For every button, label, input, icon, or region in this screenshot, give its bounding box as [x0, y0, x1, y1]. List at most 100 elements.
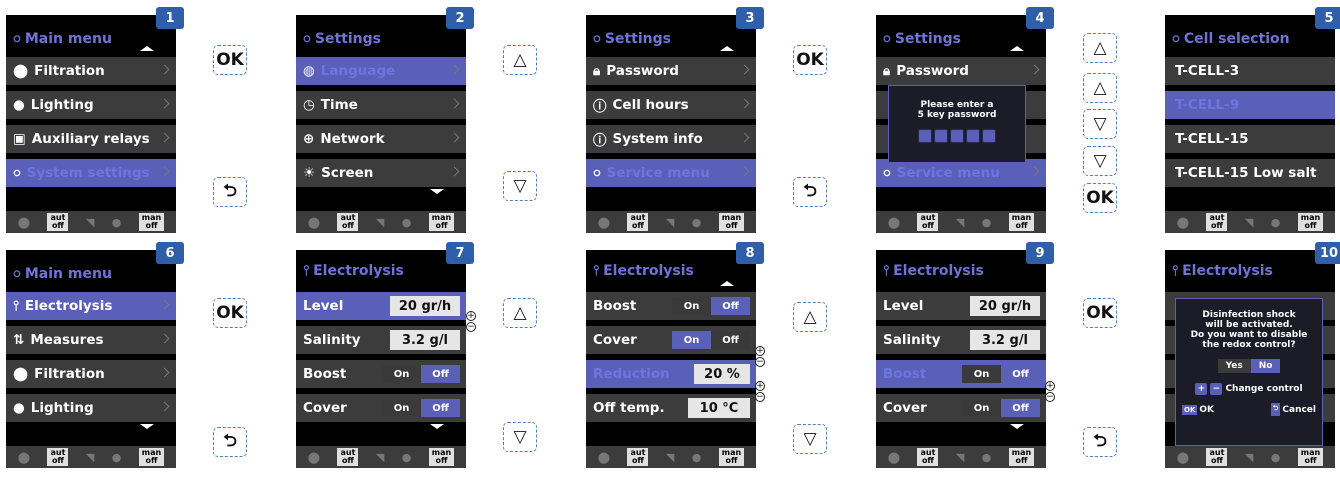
screen-title: ဝ Settings: [883, 28, 961, 49]
menu-item-system-settings[interactable]: ဝ System settings: [6, 159, 176, 187]
dialog-cancel-button[interactable]: ⮌ Cancel: [1270, 403, 1316, 416]
ok-key[interactable]: OK: [213, 45, 247, 75]
cover-toggle[interactable]: On Off: [382, 399, 460, 417]
status-footer: ⬤ aut off ◥ ● man off: [6, 211, 176, 233]
boost-toggle[interactable]: On Off: [672, 297, 750, 315]
cell-option[interactable]: T-CELL-15: [1165, 125, 1335, 153]
ok-key-icon: OK: [1182, 404, 1198, 415]
menu-logo-icon: ဝ: [13, 30, 21, 46]
electrolysis-cover-row[interactable]: Cover On Off: [296, 394, 466, 422]
salinity-value: 3.2 g/l: [390, 330, 460, 350]
wifi-icon: ◥: [1244, 215, 1254, 229]
down-key[interactable]: ▽: [793, 424, 827, 454]
settings-item-screen[interactable]: ☀ Screen: [296, 159, 466, 187]
chevron-right-icon: [159, 367, 170, 378]
up-key[interactable]: △: [1083, 73, 1117, 103]
electrolysis-boost-row[interactable]: Boost On Off: [876, 360, 1046, 388]
plus-icon: +: [755, 346, 765, 356]
reduction-value[interactable]: 20 %: [694, 364, 750, 384]
back-key[interactable]: ⮌: [213, 177, 247, 207]
settings-item-system-info[interactable]: ⓘ System info: [586, 125, 756, 153]
settings-item-language[interactable]: ◍ Language: [296, 57, 466, 85]
settings-item-time[interactable]: ◷ Time: [296, 91, 466, 119]
menu-item-filtration[interactable]: ⬤ Filtration: [6, 360, 176, 388]
password-digit-boxes[interactable]: [889, 128, 1025, 147]
plus-key-icon: +: [1195, 383, 1208, 395]
down-key[interactable]: ▽: [1083, 109, 1117, 139]
electrolysis-salinity-row[interactable]: Salinity 3.2 g/l: [876, 326, 1046, 354]
screen-title: ⫯ Electrolysis: [593, 263, 694, 279]
menu-item-electrolysis[interactable]: ⫯ Electrolysis: [6, 292, 176, 320]
scroll-up-icon: [720, 281, 734, 286]
electrolysis-boost-row[interactable]: Boost On Off: [296, 360, 466, 388]
electrolysis-reduction-row[interactable]: Reduction 20 %: [586, 360, 756, 388]
cover-toggle[interactable]: On Off: [962, 399, 1040, 417]
ok-key[interactable]: OK: [793, 45, 827, 75]
menu-item-lighting[interactable]: ● Lighting: [6, 394, 176, 422]
menu-item-measures[interactable]: ⇅ Measures: [6, 326, 176, 354]
electrolysis-icon: ⫯: [1172, 263, 1179, 279]
level-value[interactable]: 20 gr/h: [390, 296, 460, 316]
settings-item-password[interactable]: 🔒︎ Password: [876, 57, 1046, 85]
ok-key[interactable]: OK: [1083, 298, 1117, 328]
status-footer: ⬤ aut off ◥ ● man off: [586, 211, 756, 233]
cell-option-selected[interactable]: T-CELL-9: [1165, 91, 1335, 119]
yes-option[interactable]: Yes: [1217, 359, 1251, 373]
electrolysis-level-row[interactable]: Level 20 gr/h: [296, 292, 466, 320]
password-digit[interactable]: [918, 129, 932, 143]
settings-item-service-menu[interactable]: ဝ Service menu: [876, 159, 1046, 187]
menu-item-auxiliary-relays[interactable]: ▣ Auxiliary relays: [6, 125, 176, 153]
password-digit[interactable]: [934, 129, 948, 143]
screen-header: ဝ Main menu 1: [6, 7, 184, 55]
up-key[interactable]: △: [503, 298, 537, 328]
electrolysis-salinity-row[interactable]: Salinity 3.2 g/l: [296, 326, 466, 354]
back-key[interactable]: ⮌: [793, 177, 827, 207]
status-footer: ⬤ aut off ◥ ● man off: [6, 446, 176, 468]
up-key[interactable]: △: [503, 45, 537, 75]
boost-toggle[interactable]: On Off: [382, 365, 460, 383]
pump-icon: ⬤: [13, 63, 29, 79]
screen-header: ဝ Settings 3: [586, 7, 764, 55]
settings-item-service-menu[interactable]: ဝ Service menu: [586, 159, 756, 187]
relay-icon: ▣: [13, 131, 26, 147]
dialog-ok-button[interactable]: OK OK: [1182, 403, 1214, 416]
screen-10-electrolysis-shock: ⫯ Electrolysis 10 Disinfection shock will…: [1165, 242, 1340, 468]
settings-item-network[interactable]: ⊕ Network: [296, 125, 466, 153]
settings-item-cell-hours[interactable]: ⓘ Cell hours: [586, 91, 756, 119]
password-digit[interactable]: [950, 129, 964, 143]
cell-option[interactable]: T-CELL-15 Low salt: [1165, 159, 1335, 187]
down-key[interactable]: ▽: [503, 171, 537, 201]
back-key[interactable]: ⮌: [213, 427, 247, 457]
screen-4-password: ဝ Settings 4 🔒︎ Password ဝ Service menu Ple…: [876, 7, 1054, 233]
down-key[interactable]: ▽: [1083, 146, 1117, 176]
yes-no-selector[interactable]: Yes No: [1176, 359, 1322, 373]
no-option[interactable]: No: [1250, 359, 1281, 373]
up-key[interactable]: △: [1083, 33, 1117, 63]
ok-key[interactable]: OK: [213, 298, 247, 328]
password-digit[interactable]: [966, 129, 980, 143]
electrolysis-boost-row[interactable]: Boost On Off: [586, 292, 756, 320]
pump-icon: ⬤: [887, 450, 901, 464]
up-key[interactable]: △: [793, 302, 827, 332]
screen-title: ဝ Cell selection: [1172, 28, 1290, 49]
down-key[interactable]: ▽: [503, 422, 537, 452]
plus-icon: +: [1045, 381, 1055, 391]
back-key[interactable]: ⮌: [1083, 427, 1117, 457]
clock-icon: ◷: [303, 97, 315, 113]
screen-title: ဝ Main menu: [13, 28, 112, 49]
menu-item-filtration[interactable]: ⬤ Filtration: [6, 57, 176, 85]
cover-toggle[interactable]: On Off: [672, 331, 750, 349]
boost-toggle[interactable]: On Off: [962, 365, 1040, 383]
menu-item-lighting[interactable]: ● Lighting: [6, 91, 176, 119]
electrolysis-level-row[interactable]: Level 20 gr/h: [876, 292, 1046, 320]
electrolysis-cover-row[interactable]: Cover On Off: [876, 394, 1046, 422]
electrolysis-cover-row[interactable]: Cover On Off: [586, 326, 756, 354]
ok-key[interactable]: OK: [1083, 183, 1117, 213]
pump-icon: ⬤: [307, 450, 321, 464]
settings-item-password[interactable]: 🔒︎ Password: [586, 57, 756, 85]
electrolysis-off-temp-row[interactable]: Off temp. 10 °C: [586, 394, 756, 422]
cell-option[interactable]: T-CELL-3: [1165, 57, 1335, 85]
screen-title: ⫯ Electrolysis: [883, 263, 984, 279]
password-digit[interactable]: [982, 129, 996, 143]
screen-6-main-menu: ဝ Main menu 6 ⫯ Electrolysis ⇅ Measures ⬤ Fi…: [6, 242, 184, 468]
